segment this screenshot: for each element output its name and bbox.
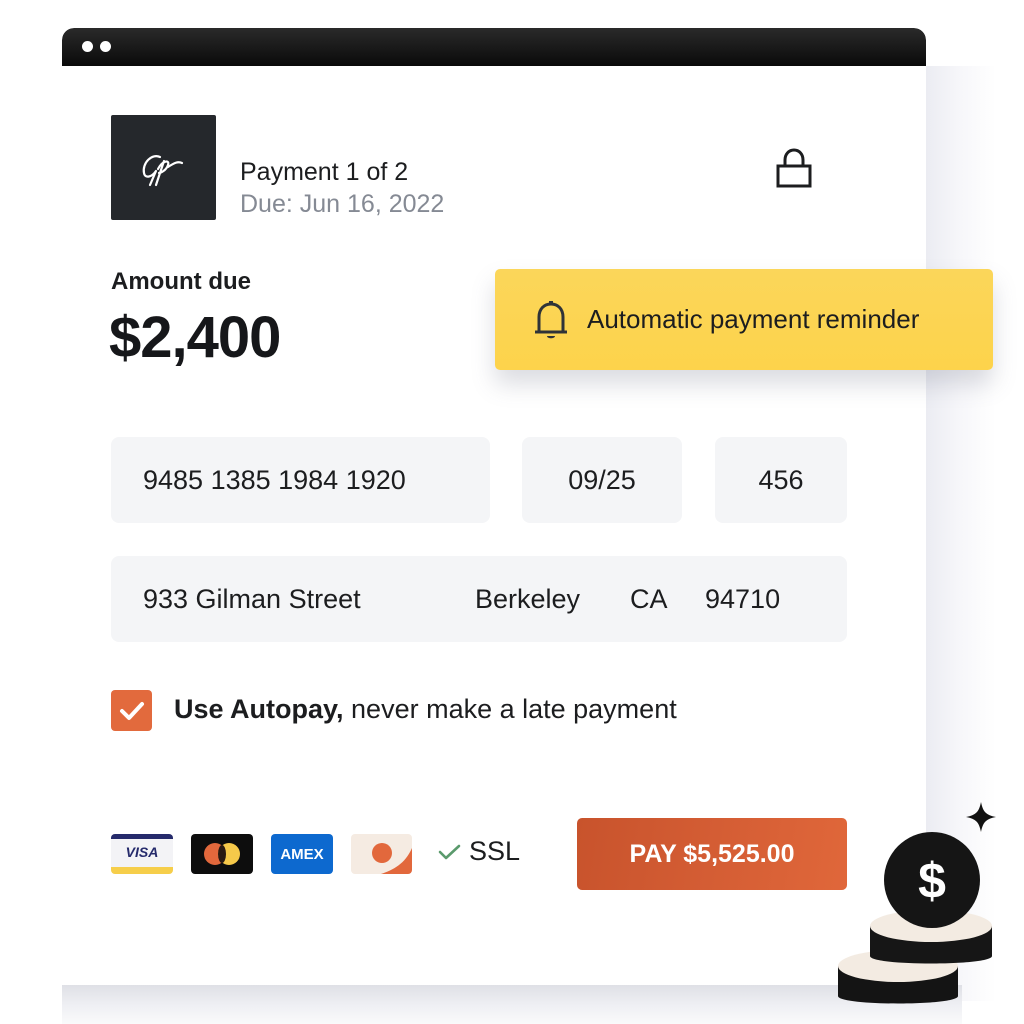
autopay-checkbox[interactable] (111, 690, 152, 731)
window-dot-2[interactable] (100, 41, 111, 52)
autopay-label[interactable]: Use Autopay, never make a late payment (174, 694, 677, 725)
mastercard-card-icon (191, 834, 253, 874)
cvc-value: 456 (758, 464, 804, 495)
zip-value: 94710 (705, 583, 781, 614)
reminder-text: Automatic payment reminder (587, 304, 920, 334)
pay-button[interactable]: PAY $5,525.00 (577, 818, 847, 890)
window-shadow-bottom (62, 985, 962, 1024)
lock-icon (774, 146, 814, 195)
autopay-label-bold: Use Autopay, (174, 694, 344, 724)
merchant-logo (111, 115, 216, 220)
card-number-field[interactable]: 9485 1385 1984 1920 (111, 437, 490, 523)
coins-illustration: $ (838, 802, 996, 1004)
bell-icon (535, 300, 567, 338)
window-titlebar (62, 28, 926, 66)
svg-text:$: $ (918, 853, 946, 909)
amex-card-icon: AMEX (271, 834, 333, 874)
cvc-field[interactable]: 456 (715, 437, 847, 523)
ssl-label: SSL (469, 836, 521, 866)
visa-label: VISA (125, 844, 159, 860)
checkout-window: Payment 1 of 2 Due: Jun 16, 2022 Amount … (62, 28, 926, 985)
amount-due-label: Amount due (111, 268, 251, 295)
due-date: Due: Jun 16, 2022 (240, 190, 445, 218)
signature-logo-icon (142, 154, 183, 186)
amex-label: AMEX (280, 845, 324, 863)
ssl-badge: SSL (437, 836, 520, 867)
payment-reminder-toast[interactable]: Automatic payment reminder (495, 269, 993, 370)
street-value: 933 Gilman Street (143, 583, 361, 614)
payment-progress: Payment 1 of 2 (240, 158, 409, 186)
dollar-coin-icon: $ (884, 832, 980, 928)
checkmark-icon (119, 701, 144, 720)
ssl-check-icon (438, 844, 461, 859)
card-number-value: 9485 1385 1984 1920 (143, 464, 406, 495)
visa-card-icon: VISA (111, 834, 173, 874)
sparkle-icon (966, 802, 996, 832)
expiry-value: 09/25 (568, 464, 636, 495)
amount-due-value: $2,400 (109, 305, 281, 370)
autopay-label-rest: never make a late payment (343, 694, 677, 724)
city-value: Berkeley (475, 583, 581, 614)
state-value: CA (630, 583, 668, 614)
expiry-field[interactable]: 09/25 (522, 437, 682, 523)
discover-card-icon (351, 834, 412, 874)
window-dot-1[interactable] (82, 41, 93, 52)
address-field[interactable]: 933 Gilman Street Berkeley CA 94710 (111, 556, 847, 642)
